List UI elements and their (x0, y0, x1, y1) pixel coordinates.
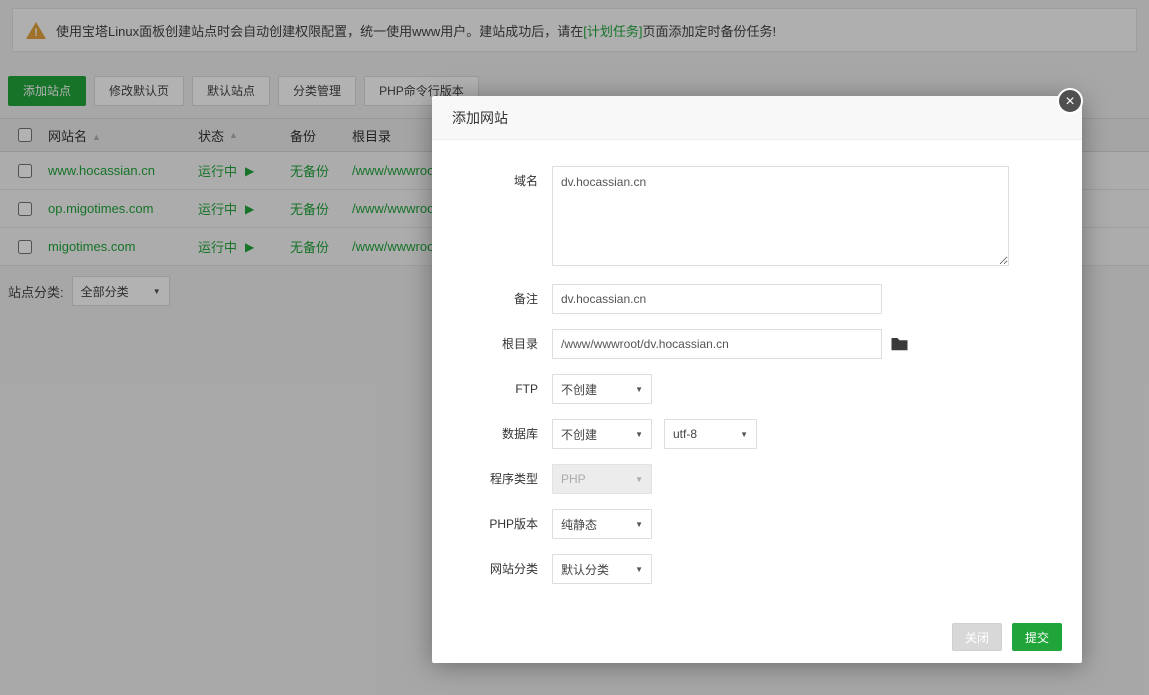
note-input[interactable] (552, 284, 882, 314)
charset-select[interactable]: utf-8 ▼ (664, 419, 757, 449)
site-category-label: 网站分类 (452, 554, 538, 584)
chevron-down-icon: ▼ (635, 475, 643, 484)
program-type-label: 程序类型 (452, 464, 538, 494)
close-icon[interactable]: × (1057, 88, 1083, 114)
add-site-modal: × 添加网站 域名 dv.hocassian.cn 备注 根目录 FTP 不创建… (432, 96, 1082, 663)
domain-label: 域名 (452, 166, 538, 196)
php-version-label: PHP版本 (452, 509, 538, 539)
root-path-label: 根目录 (452, 329, 538, 359)
submit-button[interactable]: 提交 (1012, 623, 1062, 651)
chevron-down-icon: ▼ (635, 565, 643, 574)
chevron-down-icon: ▼ (635, 385, 643, 394)
database-label: 数据库 (452, 419, 538, 449)
chevron-down-icon: ▼ (740, 430, 748, 439)
program-type-select-value: PHP (561, 472, 586, 486)
php-version-select[interactable]: 纯静态 ▼ (552, 509, 652, 539)
modal-footer: 关闭 提交 (952, 623, 1062, 651)
database-select-value: 不创建 (561, 426, 597, 443)
charset-select-value: utf-8 (673, 427, 697, 441)
modal-body: 域名 dv.hocassian.cn 备注 根目录 FTP 不创建 ▼ 数据库 … (432, 140, 1082, 584)
chevron-down-icon: ▼ (635, 520, 643, 529)
ftp-select[interactable]: 不创建 ▼ (552, 374, 652, 404)
root-path-input[interactable] (552, 329, 882, 359)
ftp-label: FTP (452, 374, 538, 404)
database-select[interactable]: 不创建 ▼ (552, 419, 652, 449)
site-category-select[interactable]: 默认分类 ▼ (552, 554, 652, 584)
site-category-select-value: 默认分类 (561, 561, 609, 578)
note-label: 备注 (452, 284, 538, 314)
modal-title: 添加网站 (452, 110, 508, 126)
program-type-select: PHP ▼ (552, 464, 652, 494)
php-version-select-value: 纯静态 (561, 516, 597, 533)
modal-header: 添加网站 (432, 96, 1082, 140)
folder-icon[interactable] (891, 337, 908, 351)
domain-textarea[interactable]: dv.hocassian.cn (552, 166, 1009, 266)
ftp-select-value: 不创建 (561, 381, 597, 398)
close-button[interactable]: 关闭 (952, 623, 1002, 651)
chevron-down-icon: ▼ (635, 430, 643, 439)
